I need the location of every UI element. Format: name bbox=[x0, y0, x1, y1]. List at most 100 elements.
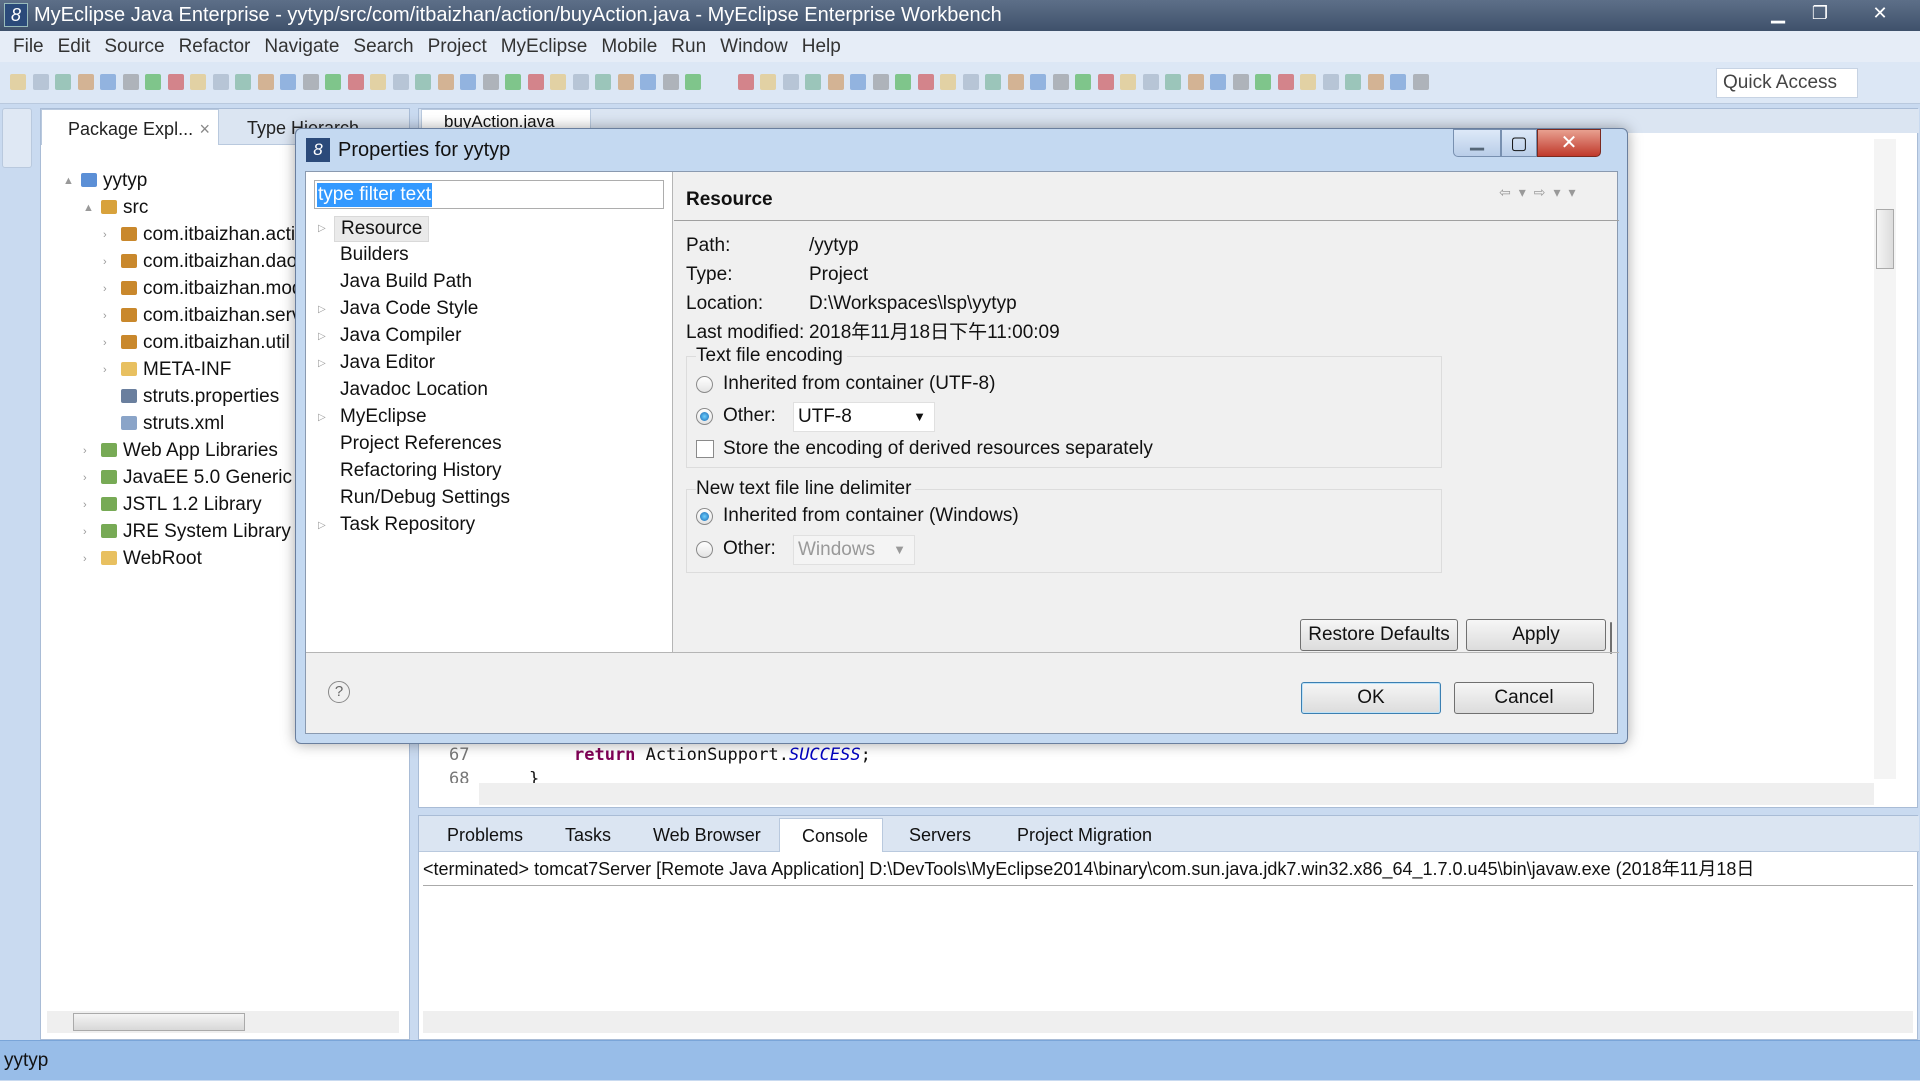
nav-item[interactable]: Builders bbox=[340, 243, 409, 267]
toolbar-button-icon[interactable] bbox=[302, 74, 319, 90]
menu-edit[interactable]: Edit bbox=[51, 31, 98, 62]
toolbar-button-icon[interactable] bbox=[782, 74, 799, 90]
toolbar-button-icon[interactable] bbox=[805, 74, 821, 90]
tree-item[interactable]: struts.properties bbox=[121, 385, 279, 409]
restore-defaults-button[interactable]: Restore Defaults bbox=[1300, 619, 1458, 651]
expand-toggle-icon[interactable]: › bbox=[103, 364, 107, 376]
encoding-inherited-radio[interactable] bbox=[696, 376, 713, 393]
toolbar-button-icon[interactable] bbox=[1007, 74, 1024, 90]
expand-toggle-icon[interactable]: › bbox=[83, 472, 87, 484]
toolbar-button-icon[interactable] bbox=[760, 74, 776, 90]
expand-toggle-icon[interactable]: ▲ bbox=[83, 202, 94, 214]
toolbar-button-icon[interactable] bbox=[1052, 74, 1069, 90]
toolbar-button-icon[interactable] bbox=[437, 74, 454, 90]
tab-console[interactable]: Console bbox=[779, 818, 883, 852]
expand-toggle-icon[interactable]: ▷ bbox=[318, 304, 326, 315]
nav-item[interactable]: Resource bbox=[334, 216, 430, 242]
menu-myeclipse[interactable]: MyEclipse bbox=[494, 31, 595, 62]
quick-access-input[interactable]: Quick Access bbox=[1716, 68, 1858, 98]
delimiter-inherited-radio[interactable] bbox=[696, 508, 713, 525]
toolbar-button-icon[interactable] bbox=[895, 74, 911, 90]
toolbar-button-icon[interactable] bbox=[145, 74, 161, 90]
help-button[interactable]: ? bbox=[328, 681, 350, 703]
toolbar-button-icon[interactable] bbox=[850, 74, 866, 90]
tab-web-browser[interactable]: Web Browser bbox=[631, 818, 775, 852]
expand-toggle-icon[interactable]: › bbox=[103, 337, 107, 349]
close-button[interactable]: ✕ bbox=[1860, 0, 1900, 26]
tree-item[interactable]: src bbox=[101, 196, 148, 220]
toolbar-button-icon[interactable] bbox=[1277, 74, 1294, 90]
expand-toggle-icon[interactable]: ▷ bbox=[318, 520, 326, 531]
editor-horizontal-scrollbar[interactable] bbox=[479, 783, 1874, 805]
toolbar-button-icon[interactable] bbox=[10, 74, 26, 90]
toolbar-button-icon[interactable] bbox=[1142, 74, 1159, 90]
close-icon[interactable]: × bbox=[199, 110, 210, 148]
tree-item[interactable]: WebRoot bbox=[101, 547, 202, 571]
expand-toggle-icon[interactable]: › bbox=[103, 229, 107, 241]
minimize-button[interactable]: ▁ bbox=[1758, 0, 1798, 26]
nav-item[interactable]: Project References bbox=[340, 432, 502, 456]
console-horizontal-scrollbar[interactable] bbox=[423, 1011, 1913, 1033]
menu-navigate[interactable]: Navigate bbox=[257, 31, 346, 62]
toolbar-button-icon[interactable] bbox=[685, 74, 701, 90]
menu-file[interactable]: File bbox=[6, 31, 51, 62]
tab-project-migration[interactable]: Project Migration bbox=[995, 818, 1199, 852]
toolbar-button-icon[interactable] bbox=[595, 74, 611, 90]
menu-run[interactable]: Run bbox=[664, 31, 713, 62]
toolbar-button-icon[interactable] bbox=[505, 74, 521, 90]
cancel-button[interactable]: Cancel bbox=[1454, 682, 1594, 714]
toolbar-button-icon[interactable] bbox=[737, 74, 754, 90]
toolbar-button-icon[interactable] bbox=[460, 74, 476, 90]
nav-item[interactable]: Java Compiler bbox=[340, 324, 461, 348]
toolbar-button-icon[interactable] bbox=[640, 74, 656, 90]
toolbar-button-icon[interactable] bbox=[917, 74, 934, 90]
nav-item[interactable]: Javadoc Location bbox=[340, 378, 488, 402]
toolbar-button-icon[interactable] bbox=[122, 74, 139, 90]
toolbar-button-icon[interactable] bbox=[235, 74, 251, 90]
encoding-other-radio[interactable] bbox=[696, 408, 713, 425]
expand-toggle-icon[interactable]: ▲ bbox=[63, 175, 74, 187]
toolbar-button-icon[interactable] bbox=[167, 74, 184, 90]
toolbar-button-icon[interactable] bbox=[325, 74, 341, 90]
nav-item[interactable]: Run/Debug Settings bbox=[340, 486, 510, 510]
toolbar-button-icon[interactable] bbox=[392, 74, 409, 90]
toolbar-button-icon[interactable] bbox=[1075, 74, 1091, 90]
menu-search[interactable]: Search bbox=[346, 31, 420, 62]
toolbar-button-icon[interactable] bbox=[662, 74, 679, 90]
tab-tasks[interactable]: Tasks bbox=[543, 818, 627, 852]
horizontal-scrollbar[interactable] bbox=[47, 1011, 399, 1033]
toolbar-button-icon[interactable] bbox=[1210, 74, 1226, 90]
expand-toggle-icon[interactable]: › bbox=[83, 445, 87, 457]
dialog-maximize-button[interactable]: ▢ bbox=[1501, 129, 1537, 157]
tab-problems[interactable]: Problems bbox=[425, 818, 539, 852]
toolbar-button-icon[interactable] bbox=[370, 74, 386, 90]
toolbar-button-icon[interactable] bbox=[1367, 74, 1384, 90]
toolbar-button-icon[interactable] bbox=[1097, 74, 1114, 90]
dialog-close-button[interactable]: ✕ bbox=[1537, 129, 1601, 157]
dialog-minimize-button[interactable]: ▁ bbox=[1453, 129, 1501, 157]
tree-item[interactable]: com.itbaizhan.acti bbox=[121, 223, 295, 247]
toolbar-button-icon[interactable] bbox=[1255, 74, 1271, 90]
minimized-views-trim[interactable] bbox=[2, 108, 32, 168]
toolbar-button-icon[interactable] bbox=[1165, 74, 1181, 90]
nav-item[interactable]: Java Build Path bbox=[340, 270, 472, 294]
store-derived-checkbox[interactable] bbox=[696, 440, 714, 458]
expand-toggle-icon[interactable]: › bbox=[103, 310, 107, 322]
toolbar-button-icon[interactable] bbox=[415, 74, 431, 90]
tree-item[interactable]: JSTL 1.2 Library bbox=[101, 493, 262, 517]
tree-item[interactable]: com.itbaizhan.util bbox=[121, 331, 290, 355]
nav-item[interactable]: Java Code Style bbox=[340, 297, 478, 321]
toolbar-button-icon[interactable] bbox=[280, 74, 296, 90]
toolbar-button-icon[interactable] bbox=[1345, 74, 1361, 90]
toolbar-button-icon[interactable] bbox=[100, 74, 116, 90]
tree-item[interactable]: yytyp bbox=[81, 169, 147, 193]
delimiter-other-radio[interactable] bbox=[696, 541, 713, 558]
toolbar-button-icon[interactable] bbox=[827, 74, 844, 90]
toolbar-button-icon[interactable] bbox=[1030, 74, 1046, 90]
toolbar-button-icon[interactable] bbox=[527, 74, 544, 90]
tree-item[interactable]: struts.xml bbox=[121, 412, 224, 436]
toolbar-button-icon[interactable] bbox=[77, 74, 94, 90]
toolbar-button-icon[interactable] bbox=[1412, 74, 1429, 90]
apply-button[interactable]: Apply bbox=[1466, 619, 1606, 651]
expand-toggle-icon[interactable]: › bbox=[83, 499, 87, 511]
